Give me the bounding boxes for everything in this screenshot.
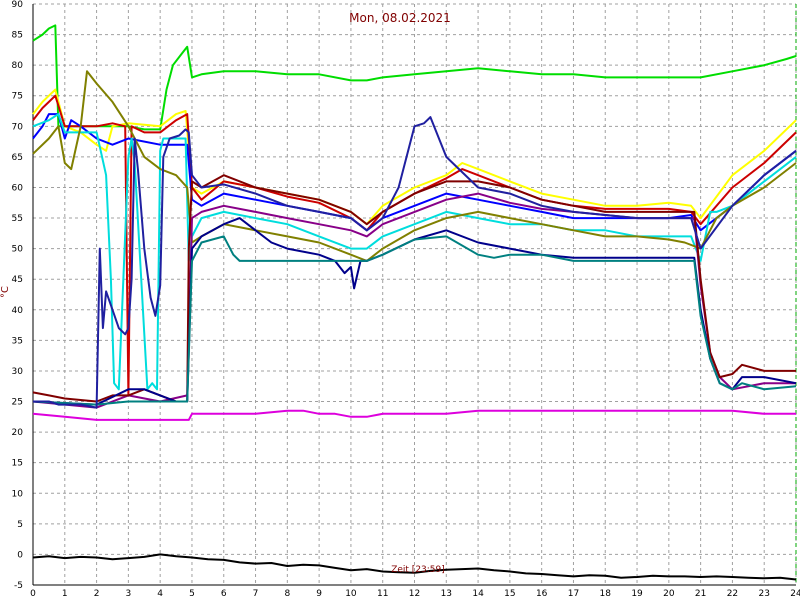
x-tick-label: 20 bbox=[663, 589, 675, 599]
chart: 0 1 2 3 4 5 6 7 8 9 10 11 12 13 14 15 16 17 18 19 20 21 22 23 24… bbox=[0, 0, 800, 600]
y-tick-label: 80 bbox=[12, 61, 24, 71]
x-tick-label: 23 bbox=[758, 589, 769, 599]
x-tick-label: 2 bbox=[94, 589, 100, 599]
x-tick-label: 0 bbox=[30, 589, 36, 599]
y-tick-label: -5 bbox=[14, 581, 23, 591]
y-tick-label: 30 bbox=[12, 367, 24, 377]
x-tick-label: 8 bbox=[284, 589, 290, 599]
y-tick-label: 10 bbox=[12, 489, 24, 499]
y-tick-label: 15 bbox=[12, 459, 23, 469]
x-tick-label: 12 bbox=[409, 589, 420, 599]
x-tick-label: 4 bbox=[157, 589, 163, 599]
x-tick-label: 1 bbox=[62, 589, 68, 599]
x-tick-label: 22 bbox=[727, 589, 738, 599]
x-tick-label: 15 bbox=[504, 589, 515, 599]
y-tick-label: 60 bbox=[12, 183, 24, 193]
x-tick-label: 7 bbox=[253, 589, 259, 599]
y-tick-label: 40 bbox=[12, 306, 24, 316]
x-tick-label: 10 bbox=[345, 589, 357, 599]
x-tick-label: 3 bbox=[126, 589, 132, 599]
y-tick-label: 85 bbox=[12, 31, 23, 41]
chart-background bbox=[0, 0, 800, 600]
x-tick-label: 16 bbox=[536, 589, 548, 599]
x-tick-label: 13 bbox=[441, 589, 452, 599]
x-tick-label: 21 bbox=[695, 589, 706, 599]
line-chart-svg: 0 1 2 3 4 5 6 7 8 9 10 11 12 13 14 15 16 17 18 19 20 21 22 23 24… bbox=[0, 0, 800, 600]
x-tick-label: 24 bbox=[790, 589, 800, 599]
x-tick-label: 9 bbox=[316, 589, 322, 599]
x-tick-label: 17 bbox=[568, 589, 579, 599]
x-tick-label: 18 bbox=[600, 589, 612, 599]
y-tick-label: 45 bbox=[12, 275, 23, 285]
x-tick-label: 14 bbox=[472, 589, 484, 599]
x-tick-label: 11 bbox=[377, 589, 388, 599]
y-axis-label: °C bbox=[0, 286, 11, 298]
y-tick-label: 0 bbox=[17, 550, 23, 560]
x-tick-label: 6 bbox=[221, 589, 227, 599]
x-axis-label: Zeit [23:59] bbox=[391, 565, 445, 575]
y-tick-label: 25 bbox=[12, 398, 23, 408]
y-tick-label: 90 bbox=[12, 0, 24, 10]
y-tick-label: 55 bbox=[12, 214, 23, 224]
y-tick-label: 35 bbox=[12, 336, 23, 346]
y-tick-label: 70 bbox=[12, 122, 24, 132]
y-tick-label: 65 bbox=[12, 153, 23, 163]
x-tick-label: 5 bbox=[189, 589, 195, 599]
chart-title: Mon, 08.02.2021 bbox=[349, 11, 451, 25]
y-tick-label: 20 bbox=[12, 428, 24, 438]
y-tick-label: 50 bbox=[12, 245, 24, 255]
x-tick-label: 19 bbox=[631, 589, 643, 599]
y-tick-label: 5 bbox=[17, 520, 23, 530]
y-tick-label: 75 bbox=[12, 92, 23, 102]
